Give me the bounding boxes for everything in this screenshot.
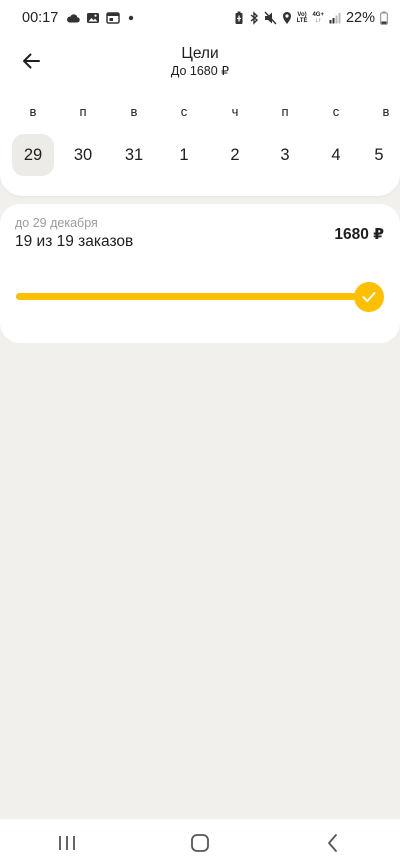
checkmark-icon	[362, 292, 376, 302]
date-cell-selected[interactable]: 29	[12, 134, 54, 176]
recent-apps-icon	[58, 836, 75, 850]
date-cell[interactable]: 4	[315, 134, 357, 176]
goal-amount: 1680 ₽	[334, 226, 384, 243]
date-cell[interactable]: 2	[214, 134, 256, 176]
date-cell[interactable]: 31	[113, 134, 155, 176]
more-notifications-icon	[129, 15, 134, 21]
status-right: Vo) LTE 4G+ ↓↑ 22%	[234, 10, 388, 26]
weekday-label: в	[382, 104, 390, 119]
weekday-label: п	[79, 104, 87, 119]
status-left: 00:17	[22, 10, 136, 26]
date-cell[interactable]: 3	[264, 134, 306, 176]
page-subtitle: До 1680 ₽	[170, 64, 230, 78]
bluetooth-icon	[250, 11, 258, 25]
title-block: Цели До 1680 ₽	[0, 45, 400, 79]
home-icon	[191, 834, 209, 852]
network-type-indicator: 4G+ ↓↑	[312, 12, 324, 24]
page-title: Цели	[181, 45, 219, 62]
date-cell[interactable]: 30	[62, 134, 104, 176]
weekday-label: в	[130, 104, 138, 119]
battery-saver-icon	[235, 11, 243, 24]
screen: 00:17 Vo) LTE 4G+ ↓↑ 22% Цели До 1680 ₽ …	[0, 0, 400, 867]
battery-icon	[380, 11, 388, 25]
goal-complete-badge	[354, 282, 384, 312]
date-cell[interactable]: 5	[358, 134, 400, 176]
signal-icon	[329, 13, 341, 24]
location-icon	[282, 12, 291, 24]
system-back-button[interactable]	[303, 823, 363, 863]
weekday-label: с	[332, 104, 340, 119]
weekday-label: п	[281, 104, 289, 119]
weekday-row: в п в с ч п с в	[0, 104, 400, 124]
goal-progress-track	[16, 293, 370, 300]
weekday-label: в	[29, 104, 37, 119]
home-button[interactable]	[170, 823, 230, 863]
goal-card[interactable]: до 29 декабря 19 из 19 заказов 1680 ₽	[0, 204, 400, 343]
weekday-label: ч	[231, 104, 239, 119]
weekday-label: с	[180, 104, 188, 119]
back-nav-icon	[328, 834, 338, 852]
status-time: 00:17	[22, 10, 59, 26]
status-bar: 00:17 Vo) LTE 4G+ ↓↑ 22%	[0, 0, 400, 36]
goal-orders-label: 19 из 19 заказов	[15, 233, 134, 250]
calendar-notify-icon	[106, 12, 121, 24]
date-cell[interactable]: 1	[163, 134, 205, 176]
gallery-icon	[87, 13, 100, 23]
battery-percent: 22%	[345, 10, 375, 26]
recent-apps-button[interactable]	[37, 823, 97, 863]
goal-date-label: до 29 декабря	[15, 216, 98, 230]
header-card: Цели До 1680 ₽ в п в с ч п с в 29 30 31 …	[0, 36, 400, 196]
cloud-icon	[67, 14, 81, 23]
mute-icon	[264, 11, 277, 25]
goal-progress-fill	[16, 293, 370, 300]
date-row: 29 30 31 1 2 3 4 5	[0, 134, 400, 178]
volte-indicator: Vo) LTE	[296, 12, 308, 24]
system-nav-bar	[0, 819, 400, 867]
